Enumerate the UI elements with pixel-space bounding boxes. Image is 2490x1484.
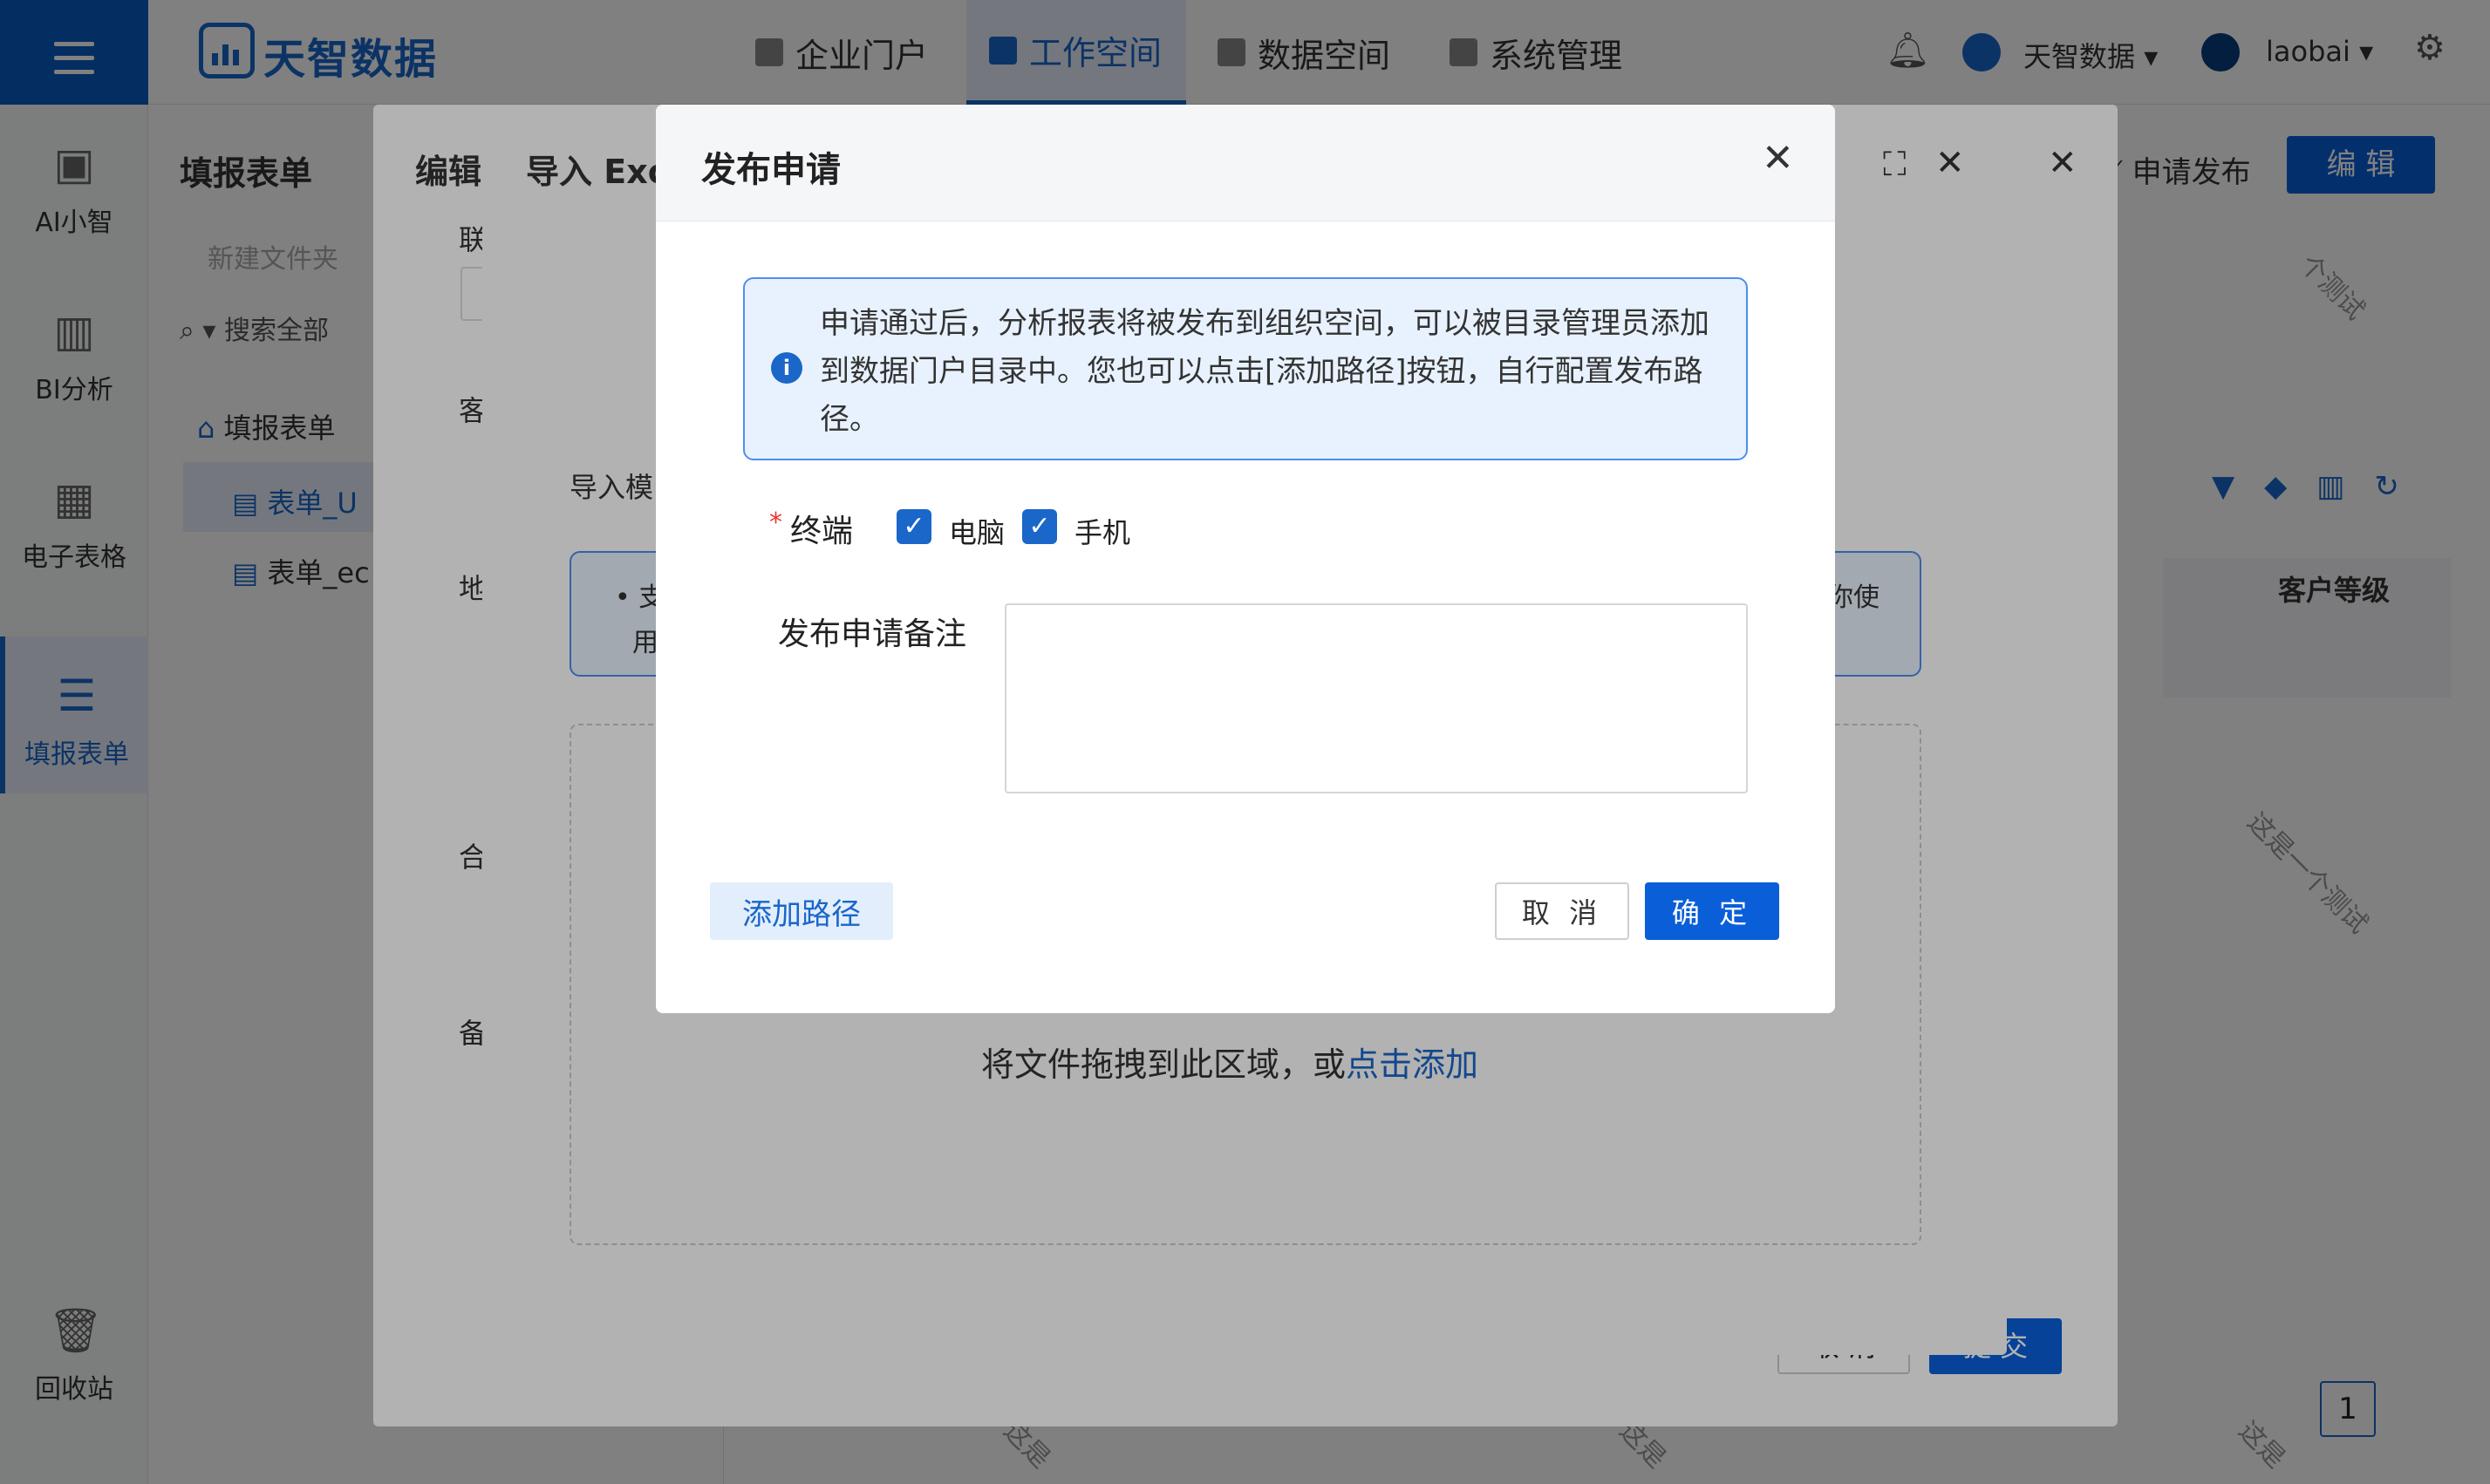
close-icon[interactable]: ✕: [1762, 140, 1794, 178]
info-text: 申请通过后，分析报表将被发布到组织空间，可以被目录管理员添加到数据门户目录中。您…: [820, 306, 1709, 437]
info-alert: i 申请通过后，分析报表将被发布到组织空间，可以被目录管理员添加到数据门户目录中…: [743, 277, 1748, 460]
mobile-checkbox[interactable]: ✓: [1022, 509, 1057, 544]
cancel-button[interactable]: 取 消: [1495, 882, 1629, 940]
desktop-checkbox-label[interactable]: 电脑: [949, 511, 1005, 551]
desktop-checkbox[interactable]: ✓: [897, 509, 931, 544]
info-icon: i: [771, 352, 802, 384]
publish-request-dialog: 发布申请 ✕ i 申请通过后，分析报表将被发布到组织空间，可以被目录管理员添加到…: [656, 105, 1835, 1013]
required-mark: *: [769, 507, 782, 538]
confirm-button[interactable]: 确 定: [1645, 882, 1779, 940]
note-label: 发布申请备注: [778, 616, 967, 652]
terminal-label: 终端: [790, 514, 854, 549]
add-path-button[interactable]: 添加路径: [710, 882, 893, 940]
mobile-checkbox-label[interactable]: 手机: [1074, 511, 1130, 551]
publish-note-textarea[interactable]: [1005, 603, 1748, 793]
dialog-header: 发布申请 ✕: [656, 105, 1835, 221]
dialog-title: 发布申请: [701, 150, 841, 190]
